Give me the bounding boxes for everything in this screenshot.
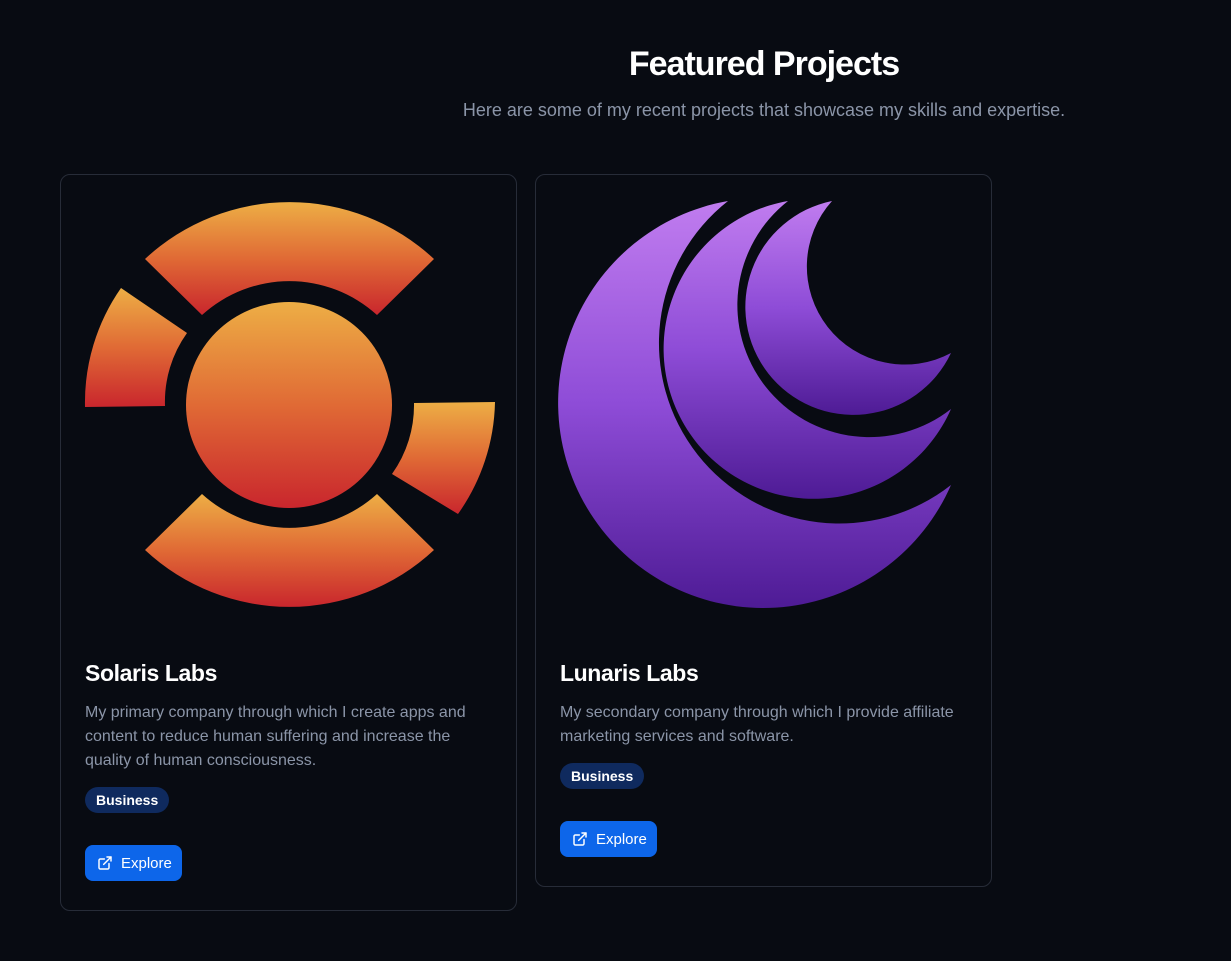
project-description: My primary company through which I creat… — [85, 704, 466, 769]
card-body: Lunaris Labs My secondary company throug… — [560, 657, 960, 857]
project-card-lunaris: Lunaris Labs My secondary company throug… — [535, 174, 992, 887]
card-body: Solaris Labs My primary company through … — [85, 657, 485, 881]
solaris-logo — [81, 197, 498, 614]
explore-button[interactable]: Explore — [85, 845, 182, 881]
explore-button-label: Explore — [596, 830, 647, 848]
project-card-solaris: Solaris Labs My primary company through … — [60, 174, 517, 911]
external-link-icon — [572, 831, 588, 847]
external-link-icon — [97, 855, 113, 871]
page-subtitle: Here are some of my recent projects that… — [462, 100, 1066, 120]
tag-badge: Business — [560, 763, 645, 789]
project-description: My secondary company through which I pro… — [560, 704, 954, 745]
explore-button-label: Explore — [121, 854, 172, 872]
project-title: Lunaris Labs — [560, 660, 699, 686]
tag-badge: Business — [85, 787, 170, 813]
section-header: Featured Projects Here are some of my re… — [296, 42, 1231, 122]
lunaris-moon-logo-icon — [558, 201, 951, 608]
page-title: Featured Projects — [628, 45, 900, 83]
lunaris-logo — [556, 197, 973, 614]
project-title: Solaris Labs — [85, 660, 217, 686]
solaris-sun-logo-icon — [84, 202, 495, 607]
explore-button[interactable]: Explore — [560, 821, 657, 857]
